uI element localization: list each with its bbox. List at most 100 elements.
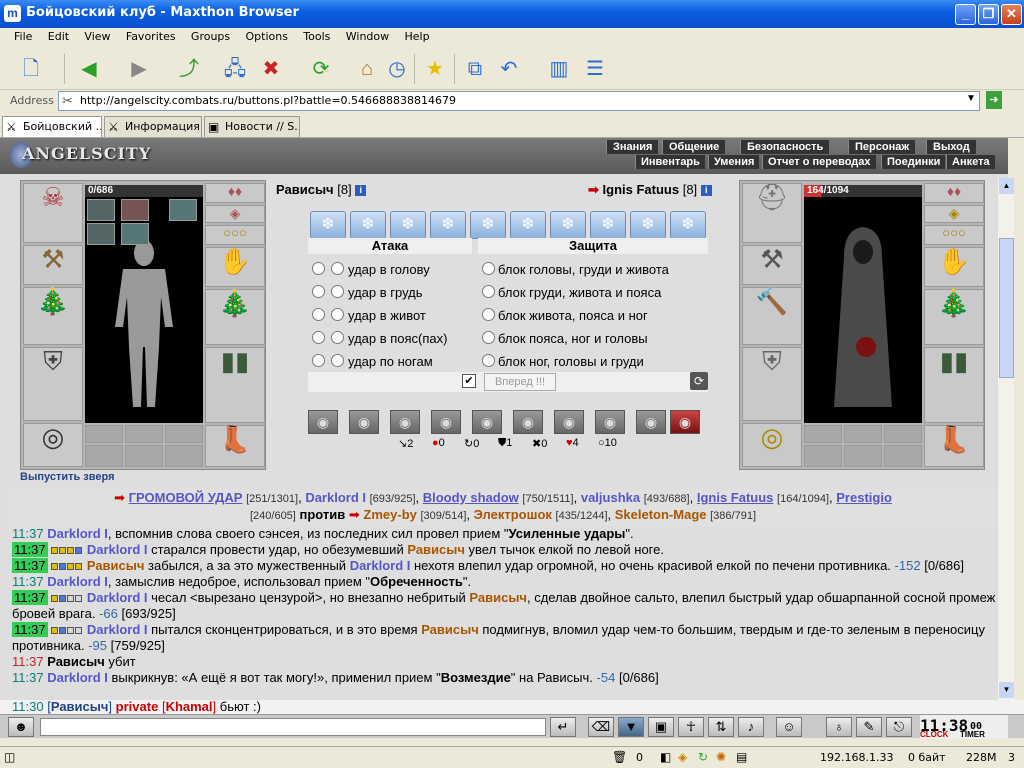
home-icon[interactable]: ⌂: [352, 54, 382, 84]
skill-slot[interactable]: ◉: [390, 410, 420, 434]
clear-icon[interactable]: ⌫: [588, 717, 614, 737]
menu-help[interactable]: Help: [398, 28, 435, 43]
defense-radio[interactable]: [482, 262, 495, 275]
trash-icon[interactable]: 🗑: [612, 750, 627, 764]
send-icon[interactable]: ↵: [550, 717, 576, 737]
exit-icon[interactable]: ⎋: [886, 717, 912, 737]
walk-icon[interactable]: ☥: [678, 717, 704, 737]
attack-radio[interactable]: [312, 354, 325, 367]
potion-icon[interactable]: ♁: [826, 717, 852, 737]
pocket-slot[interactable]: [804, 425, 842, 443]
attack-radio[interactable]: [312, 262, 325, 275]
menu-file[interactable]: File: [8, 28, 38, 43]
undo-icon[interactable]: ↶: [494, 54, 524, 84]
scroll-icon[interactable]: ❄: [670, 211, 706, 239]
network-icon[interactable]: 🖧: [220, 54, 250, 84]
nav-knowledge[interactable]: Знания: [606, 140, 659, 154]
refresh-icon[interactable]: ⟳: [690, 372, 708, 390]
pocket-slot[interactable]: [804, 445, 842, 467]
earrings-slot[interactable]: ♦♦: [205, 183, 265, 203]
sound-icon[interactable]: ♪: [738, 717, 764, 737]
armor-slot[interactable]: ⛨: [742, 347, 802, 421]
defense-radio[interactable]: [482, 331, 495, 344]
scroll-thumb[interactable]: [999, 238, 1014, 378]
pocket-slot[interactable]: [844, 445, 882, 467]
nav-character[interactable]: Персонаж: [848, 140, 916, 154]
fighter-link[interactable]: Darklord I: [305, 490, 366, 505]
emoticon-icon[interactable]: ☺: [776, 717, 802, 737]
belt-slot[interactable]: ◎: [23, 423, 83, 467]
buff-slot[interactable]: [87, 199, 115, 221]
fighter-link[interactable]: Ignis Fatuus: [697, 490, 774, 505]
attack-radio[interactable]: [331, 308, 344, 321]
sun-icon[interactable]: ✺: [716, 750, 726, 764]
attack-radio[interactable]: [331, 331, 344, 344]
pocket-slot[interactable]: [884, 425, 922, 443]
nav-inventory[interactable]: Инвентарь: [635, 155, 705, 169]
info-icon[interactable]: i: [700, 185, 712, 197]
nav-communication[interactable]: Общение: [662, 140, 726, 154]
armor-slot[interactable]: ⛨: [23, 347, 83, 421]
history-icon[interactable]: ◷: [382, 54, 412, 84]
pocket-slot[interactable]: [884, 445, 922, 467]
gloves-slot[interactable]: ✋: [924, 247, 984, 287]
amulet-slot[interactable]: ◈: [924, 205, 984, 223]
menu-options[interactable]: Options: [240, 28, 294, 43]
menu-favorites[interactable]: Favorites: [120, 28, 182, 43]
attack-radio[interactable]: [312, 331, 325, 344]
up-icon[interactable]: ⤴: [174, 54, 204, 84]
fighter-link[interactable]: valjushka: [581, 490, 640, 505]
pocket-slot[interactable]: [125, 425, 163, 443]
belt-slot[interactable]: ◎: [742, 423, 802, 467]
right-player-name[interactable]: ➡ Ignis Fatuus [8] i: [588, 182, 712, 198]
menu-tools[interactable]: Tools: [297, 28, 336, 43]
defense-radio[interactable]: [482, 308, 495, 321]
refresh-icon[interactable]: ⟳: [306, 54, 336, 84]
page-scrollbar[interactable]: ▲ ▼: [997, 178, 1014, 700]
attack-radio[interactable]: [331, 354, 344, 367]
gloves-slot[interactable]: ✋: [205, 247, 265, 287]
offhand-tree-slot[interactable]: 🎄: [924, 289, 984, 345]
auto-checkbox[interactable]: ✔: [462, 374, 476, 388]
left-player-name[interactable]: Рависыч [8] i: [276, 182, 367, 197]
stop-icon[interactable]: ✖: [256, 54, 286, 84]
nav-profile[interactable]: Анкета: [946, 155, 995, 169]
save-icon[interactable]: ▣: [648, 717, 674, 737]
scroll-icon[interactable]: ❄: [470, 211, 506, 239]
dropdown-arrow-icon[interactable]: ▼: [966, 93, 976, 104]
refresh-small-icon[interactable]: ↻: [698, 750, 708, 764]
scroll-icon[interactable]: ❄: [550, 211, 586, 239]
sidebar-icon[interactable]: ☰: [580, 54, 610, 84]
fighter-link[interactable]: Skeleton-Mage: [615, 507, 707, 522]
bracers-slot[interactable]: ⚒: [23, 245, 83, 285]
scroll-icon[interactable]: ❄: [590, 211, 626, 239]
menu-view[interactable]: View: [78, 28, 116, 43]
legs-slot[interactable]: ▮▮: [205, 347, 265, 423]
minimize-button[interactable]: _: [955, 4, 976, 25]
pocket-slot[interactable]: [165, 445, 203, 467]
fighter-link[interactable]: ГРОМОВОЙ УДАР: [129, 490, 243, 505]
menu-edit[interactable]: Edit: [42, 28, 75, 43]
go-icon[interactable]: ➜: [986, 91, 1002, 109]
menu-groups[interactable]: Groups: [185, 28, 236, 43]
helmet-slot[interactable]: ☠: [23, 183, 83, 243]
pocket-slot[interactable]: [125, 445, 163, 467]
open-window-icon[interactable]: ⧉: [460, 54, 490, 84]
menu-window[interactable]: Window: [340, 28, 395, 43]
scroll-icon[interactable]: ❄: [310, 211, 346, 239]
attack-radio[interactable]: [312, 308, 325, 321]
attack-radio[interactable]: [312, 285, 325, 298]
amulet-slot[interactable]: ◈: [205, 205, 265, 223]
bracers-slot[interactable]: ⚒: [742, 245, 802, 285]
scroll-down-icon[interactable]: ▼: [999, 682, 1014, 698]
fighter-link[interactable]: Prestigio: [836, 490, 892, 505]
camera-icon[interactable]: ▤: [736, 750, 747, 764]
nav-exit[interactable]: Выход: [926, 140, 976, 154]
scroll-icon[interactable]: ❄: [630, 211, 666, 239]
skill-slot[interactable]: ◉: [431, 410, 461, 434]
info-icon[interactable]: i: [355, 185, 367, 197]
smiley-cat-icon[interactable]: ☻: [8, 717, 34, 737]
buff-slot[interactable]: [121, 223, 149, 245]
skill-slot[interactable]: ◉: [595, 410, 625, 434]
scroll-tool-icon[interactable]: ✎: [856, 717, 882, 737]
